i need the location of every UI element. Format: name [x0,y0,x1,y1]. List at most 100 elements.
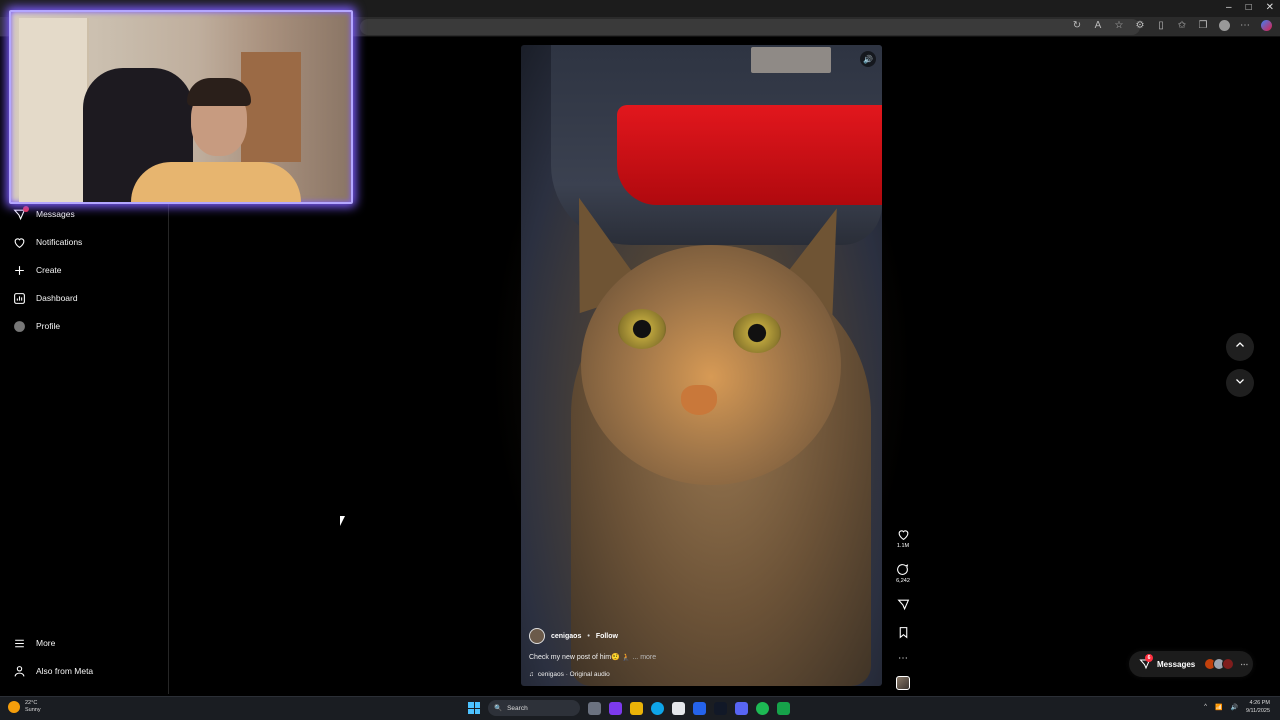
heart-icon [897,528,910,543]
audio-thumbnail[interactable] [896,676,910,690]
taskbar-apps: 🔍 Search [468,700,790,716]
edge-browser-icon[interactable] [651,701,664,715]
volume-icon[interactable]: 🔊 [860,51,876,67]
network-icon[interactable]: 📶 [1215,704,1222,711]
extensions-icon[interactable]: ⚙ [1134,20,1146,34]
sidebar-item-label: Messages [36,209,75,219]
reel-video[interactable]: 🔊 cenigaos • Follow Check my new post of… [521,45,882,686]
separator-dot: • [587,632,590,640]
comment-count: 6,242 [896,578,910,584]
messages-pill[interactable]: 6 Messages ⋯ [1129,651,1253,677]
app-icon[interactable] [714,701,727,715]
menu-icon [12,636,26,650]
heart-icon [12,235,26,249]
discord-icon[interactable] [735,701,748,715]
more-options-icon[interactable]: ⋯ [1239,20,1251,34]
reel-audio[interactable]: ♫ cenigaos · Original audio [529,671,829,678]
close-icon[interactable]: ✕ [1266,2,1274,13]
clock-date: 9/11/2025 [1245,708,1270,714]
audio-label: cenigaos · Original audio [537,671,610,678]
minimize-icon[interactable]: – [1226,2,1232,13]
author-avatar[interactable] [529,628,545,644]
store-icon[interactable] [672,701,685,715]
system-tray: ^ 📶 🔊 4:26 PM 9/11/2025 [1204,699,1270,715]
more-options-icon: ⋯ [1240,659,1249,669]
read-aloud-icon[interactable]: A [1092,20,1104,34]
webcam-overlay [9,10,353,204]
sidebar-item-label: Also from Meta [36,666,94,676]
caption-more-link[interactable]: ... more [632,654,656,661]
task-view-icon[interactable] [588,701,601,715]
meta-icon [12,664,26,678]
sidebar-item-messages[interactable]: Messages [12,204,75,224]
mouse-cursor [340,516,345,526]
taskbar-search[interactable]: 🔍 Search [488,700,580,716]
file-explorer-icon[interactable] [630,701,643,715]
copilot-icon[interactable] [1260,20,1272,34]
next-reel-button[interactable] [1226,369,1254,397]
collections-icon[interactable]: ❐ [1197,20,1209,34]
spotify-icon[interactable] [756,701,769,715]
video-cat-face [581,245,841,485]
sidebar-item-label: Notifications [36,237,83,247]
sidebar-item-also-from-meta[interactable]: Also from Meta [12,661,93,681]
window-controls: – □ ✕ [1226,2,1274,13]
author-username[interactable]: cenigaos [551,633,581,640]
dashboard-icon [12,291,26,305]
previous-reel-button[interactable] [1226,333,1254,361]
volume-icon[interactable]: 🔊 [1230,704,1237,711]
webcam-door [19,18,89,202]
comment-icon [896,563,909,578]
video-taillight [617,105,882,205]
plus-icon [12,263,26,277]
message-avatars [1204,658,1235,670]
split-screen-icon[interactable]: ▯ [1155,20,1167,34]
video-cat-nose [681,385,717,415]
weather-widget[interactable]: 22°C Sunny [8,700,41,714]
chevron-up-icon [1234,338,1246,356]
webcam-person-hair [187,78,251,106]
like-action[interactable]: 1.1M [897,528,910,549]
more-options-icon[interactable]: ⋯ [898,653,908,664]
notification-badge [23,206,29,212]
messages-pill-label: Messages [1157,659,1196,669]
search-placeholder: Search [507,704,528,712]
sidebar-item-create[interactable]: Create [12,260,62,280]
share-action[interactable] [896,598,910,613]
app-icon[interactable] [777,701,790,715]
windows-start-icon[interactable] [468,702,480,714]
outlook-icon[interactable] [693,701,706,715]
maximize-icon[interactable]: □ [1246,2,1252,13]
messages-icon [12,206,29,221]
copilot-app-icon[interactable] [609,701,622,715]
sidebar-item-label: Profile [36,321,61,331]
reel-caption: Check my new post of him🤨 🧎 ... more [529,653,829,661]
video-cat-eye-right [733,313,781,353]
favorite-star-icon[interactable]: ☆ [1113,20,1125,34]
address-bar[interactable] [360,19,1140,35]
temperature: 22°C [25,700,38,706]
music-note-icon: ♫ [529,671,534,678]
like-count: 1.1M [896,543,910,549]
save-action[interactable] [897,626,910,641]
bookmark-icon [897,626,910,641]
comment-action[interactable]: 6,242 [896,563,910,584]
chevron-up-icon[interactable]: ^ [1204,704,1207,710]
sidebar-item-more[interactable]: More [12,633,55,653]
profile-icon [12,319,26,333]
search-icon: 🔍 [494,705,503,712]
profile-avatar-icon[interactable] [1218,20,1230,34]
sidebar-item-dashboard[interactable]: Dashboard [12,288,78,308]
screen: – □ ✕ ↻ A ☆ ⚙ ▯ ✩ ❐ ⋯ Messages Notificat… [0,0,1280,720]
follow-button[interactable]: Follow [596,633,618,640]
favorites-icon[interactable]: ✩ [1176,20,1188,34]
sidebar-item-notifications[interactable]: Notifications [12,232,82,252]
refresh-icon[interactable]: ↻ [1071,20,1083,34]
audio-thumbnail-image [896,676,910,690]
caption-text: Check my new post of him🤨 🧎 [529,654,631,661]
reel-action-rail: 1.1M 6,242 ⋯ [893,528,913,690]
avatar [1222,658,1235,670]
clock[interactable]: 4:26 PM 9/11/2025 [1246,699,1270,715]
messages-badge: 6 [1145,654,1153,662]
sidebar-item-profile[interactable]: Profile [12,316,60,336]
